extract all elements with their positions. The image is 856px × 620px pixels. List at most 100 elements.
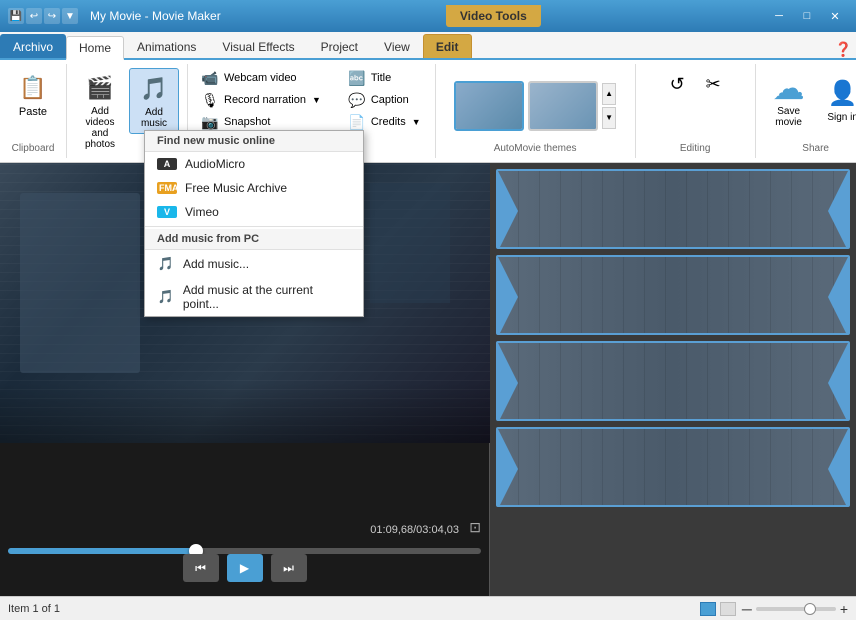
view-toggle	[700, 602, 736, 616]
snapshot-button[interactable]: 📷 Snapshot	[196, 112, 327, 132]
arrow-left-2	[498, 257, 518, 335]
vimeo-icon: V	[157, 206, 177, 218]
add-music-icon: 🎵	[138, 73, 170, 105]
forward-button[interactable]: ⏭	[271, 554, 307, 582]
zoom-out-button[interactable]: ─	[742, 601, 752, 617]
quick-access-icon[interactable]: 💾	[8, 8, 24, 24]
minimize-button[interactable]: ─	[766, 6, 792, 26]
expand-button[interactable]: ⊡	[469, 519, 481, 536]
play-button[interactable]: ▶	[227, 554, 263, 582]
paste-button[interactable]: 📋 Paste	[8, 68, 58, 122]
zoom-thumb	[804, 603, 816, 615]
theme-preview-1	[456, 83, 522, 129]
storyboard-item-3[interactable]	[496, 341, 850, 421]
title-bar: 💾 ↩ ↪ ▼ My Movie - Movie Maker Video Too…	[0, 0, 856, 32]
mic-icon: 🎙	[202, 92, 218, 108]
tab-view[interactable]: View	[371, 34, 423, 58]
rewind-button[interactable]: ⏮	[183, 554, 219, 582]
editing-label: Editing	[680, 143, 711, 154]
tab-home[interactable]: Home	[66, 36, 124, 60]
sign-in-button[interactable]: 👤 Sign in	[818, 68, 856, 132]
maximize-button[interactable]: □	[794, 6, 820, 26]
app-title: My Movie - Movie Maker	[90, 9, 221, 23]
dropdown-arrow-icon[interactable]: ▼	[62, 8, 78, 24]
close-button[interactable]: ✕	[822, 6, 848, 26]
add-music-button[interactable]: 🎵 Add music	[129, 68, 179, 134]
redo-icon[interactable]: ↪	[44, 8, 60, 24]
arrow-right-1	[828, 171, 848, 249]
arrow-left-4	[498, 429, 518, 507]
status-bar: Item 1 of 1 ─ +	[0, 596, 856, 620]
audiomicro-icon: A	[157, 158, 177, 170]
webcam-icon: 📹	[202, 70, 218, 86]
audiomicro-button[interactable]: A AudioMicro	[145, 152, 363, 176]
fma-icon: FMA	[157, 182, 177, 194]
cloud-icon: ☁	[773, 72, 805, 104]
arrow-right-4	[828, 429, 848, 507]
progress-fill	[8, 548, 197, 554]
editing-group: ↺ ✂ Editing	[636, 64, 756, 158]
trim-button[interactable]: ✂	[697, 68, 729, 100]
theme-item-1[interactable]	[454, 81, 524, 131]
undo-icon[interactable]: ↩	[26, 8, 42, 24]
save-movie-button[interactable]: ☁ Save movie	[764, 68, 814, 132]
title-button[interactable]: 🔤 Title	[343, 68, 427, 88]
storyboard-wrapper	[490, 163, 856, 596]
rotate-left-button[interactable]: ↺	[661, 68, 693, 100]
video-element-1	[20, 193, 140, 373]
playback-controls: ⏮ ▶ ⏭	[183, 554, 307, 582]
themes-label: AutoMovie themes	[494, 143, 577, 154]
video-element-2	[370, 183, 450, 303]
add-music-at-point-button[interactable]: 🎵 Add music at the current point...	[145, 278, 363, 316]
help-button[interactable]: ❓	[835, 41, 852, 58]
arrow-left-1	[498, 171, 518, 249]
storyboard-item-1[interactable]	[496, 169, 850, 249]
add-music-at-point-icon: 🎵	[157, 288, 175, 306]
dropdown-divider	[145, 226, 363, 227]
editing-items: ↺ ✂	[661, 68, 729, 100]
dropdown-section-pc: Add music from PC	[145, 229, 363, 250]
storyboard-item-4[interactable]	[496, 427, 850, 507]
tab-archivo[interactable]: Archivo	[0, 34, 66, 58]
video-tools-label: Video Tools	[446, 5, 541, 27]
tab-animations[interactable]: Animations	[124, 34, 209, 58]
caption-button[interactable]: 💬 Caption	[343, 90, 427, 110]
theme-scroll-up[interactable]: ▲	[602, 83, 616, 105]
clipboard-items: 📋 Paste	[8, 68, 58, 143]
share-label: Share	[802, 143, 829, 154]
vimeo-button[interactable]: V Vimeo	[145, 200, 363, 224]
credits-button[interactable]: 📄 Credits ▼	[343, 112, 427, 132]
tab-visual-effects[interactable]: Visual Effects	[209, 34, 307, 58]
themes-group: ▲ ▼ AutoMovie themes	[436, 64, 636, 158]
add-music-dropdown: Find new music online A AudioMicro FMA F…	[144, 130, 364, 317]
theme-item-2[interactable]	[528, 81, 598, 131]
caption-icon: 💬	[349, 92, 365, 108]
theme-scroll-down[interactable]: ▼	[602, 107, 616, 129]
arrow-right-3	[828, 343, 848, 421]
add-music-pc-button[interactable]: 🎵 Add music...	[145, 250, 363, 278]
storyboard-view-button[interactable]	[700, 602, 716, 616]
tab-project[interactable]: Project	[308, 34, 371, 58]
clipboard-group: 📋 Paste Clipboard	[0, 64, 67, 158]
item-count: Item 1 of 1	[8, 603, 60, 615]
timeline-view-button[interactable]	[720, 602, 736, 616]
fma-button[interactable]: FMA Free Music Archive	[145, 176, 363, 200]
record-narration-button[interactable]: 🎙 Record narration ▼	[196, 90, 327, 110]
share-items: ☁ Save movie 👤 Sign in	[764, 68, 856, 132]
title-bar-icons: 💾 ↩ ↪ ▼	[8, 8, 78, 24]
storyboard-item-2[interactable]	[496, 255, 850, 335]
zoom-slider[interactable]	[756, 607, 836, 611]
theme-preview-2	[530, 83, 596, 129]
paste-icon: 📋	[17, 72, 49, 104]
webcam-video-button[interactable]: 📹 Webcam video	[196, 68, 327, 88]
zoom-in-button[interactable]: +	[840, 601, 848, 617]
window-controls: ─ □ ✕	[766, 6, 848, 26]
add-videos-photos-button[interactable]: 🎬 Add videos and photos	[75, 68, 125, 154]
tab-edit[interactable]: Edit	[423, 34, 472, 58]
share-group: ☁ Save movie 👤 Sign in Share	[756, 64, 856, 158]
arrow-left-3	[498, 343, 518, 421]
storyboard-content	[490, 163, 856, 596]
credits-icon: 📄	[349, 114, 365, 130]
ribbon-toolbar: 📋 Paste Clipboard 🎬 Add videos and photo…	[0, 60, 856, 163]
add-videos-icon: 🎬	[84, 72, 116, 104]
